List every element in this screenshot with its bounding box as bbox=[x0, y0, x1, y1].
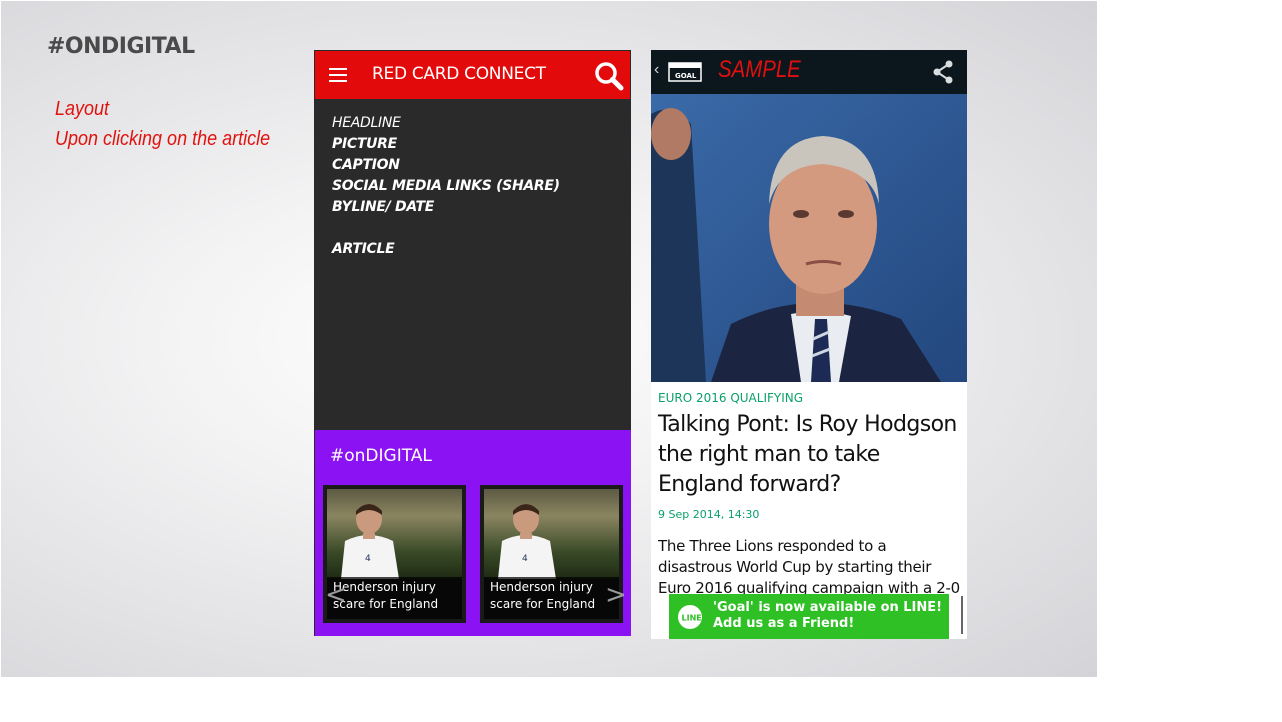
card-thumbnail: 4 bbox=[484, 489, 619, 579]
scrollbar[interactable] bbox=[961, 596, 963, 634]
card-caption-line: scare for England bbox=[490, 597, 596, 611]
article-date: 9 Sep 2014, 14:30 bbox=[658, 508, 760, 521]
presentation-slide: #ONDIGITAL Layout Upon clicking on the a… bbox=[1, 1, 1097, 677]
outline-caption: CAPTION bbox=[332, 157, 400, 173]
article-card[interactable]: 4 Henderson injury scare for England bbox=[480, 485, 623, 623]
app-title: RED CARD CONNECT bbox=[372, 64, 546, 84]
section-title: #onDIGITAL bbox=[330, 446, 432, 466]
app-header: RED CARD CONNECT bbox=[315, 51, 630, 99]
note-line-description: Upon clicking on the article bbox=[55, 128, 271, 150]
sample-label: SAMPLE bbox=[718, 56, 801, 83]
banner-line: Add us as a Friend! bbox=[713, 616, 855, 631]
search-icon[interactable] bbox=[593, 60, 625, 92]
slide-title: #ONDIGITAL bbox=[47, 34, 195, 59]
layout-note: Layout Upon clicking on the article bbox=[55, 94, 270, 154]
banner-line: 'Goal' is now available on LINE! bbox=[713, 600, 943, 615]
carousel-next-arrow[interactable]: > bbox=[605, 580, 627, 610]
outline-headline: HEADLINE bbox=[332, 115, 401, 131]
outline-byline-date: BYLINE/ DATE bbox=[332, 199, 435, 215]
card-caption-line: Henderson injury bbox=[333, 580, 436, 594]
outline-picture: PICTURE bbox=[332, 136, 397, 152]
article-headline: Talking Pont: Is Roy Hodgson the right m… bbox=[658, 412, 957, 497]
svg-text:LINE: LINE bbox=[682, 614, 702, 623]
note-line-layout: Layout bbox=[55, 98, 110, 120]
article-structure-outline: HEADLINE PICTURE CAPTION SOCIAL MEDIA LI… bbox=[332, 113, 560, 260]
card-caption-line: Henderson injury bbox=[490, 580, 593, 594]
outline-social-links: SOCIAL MEDIA LINKS (SHARE) bbox=[332, 178, 560, 194]
app-layout-mockup: RED CARD CONNECT HEADLINE PICTURE CAPTIO… bbox=[314, 50, 631, 636]
back-chevron-icon[interactable]: ‹ bbox=[654, 61, 659, 79]
line-promo-banner[interactable]: LINE 'Goal' is now available on LINE! Ad… bbox=[669, 594, 949, 639]
banner-text: 'Goal' is now available on LINE! Add us … bbox=[713, 600, 942, 632]
article-body: The Three Lions responded to a disastrou… bbox=[658, 537, 960, 594]
ondigital-section: #onDIGITAL 4 Henderson injury scare for … bbox=[315, 430, 631, 636]
card-caption: Henderson injury scare for England bbox=[484, 577, 619, 619]
goal-logo: GOAL bbox=[668, 62, 702, 82]
article-photo bbox=[651, 94, 967, 382]
card-caption: Henderson injury scare for England bbox=[327, 577, 462, 619]
article-top-bar: ‹ GOAL SAMPLE bbox=[651, 50, 967, 94]
card-caption-line: scare for England bbox=[333, 597, 439, 611]
svg-text:4: 4 bbox=[365, 554, 371, 564]
line-logo-icon: LINE bbox=[678, 605, 702, 629]
svg-text:GOAL: GOAL bbox=[675, 72, 697, 80]
outline-article: ARTICLE bbox=[332, 241, 395, 257]
card-thumbnail: 4 bbox=[327, 489, 462, 579]
svg-text:4: 4 bbox=[522, 554, 528, 564]
sample-article-screen: ‹ GOAL SAMPLE EURO 2016 QUALIFYING Talki… bbox=[651, 50, 967, 639]
article-category[interactable]: EURO 2016 QUALIFYING bbox=[658, 391, 803, 405]
share-icon[interactable] bbox=[931, 59, 955, 85]
carousel-prev-arrow[interactable]: < bbox=[325, 580, 347, 610]
hamburger-menu-icon[interactable] bbox=[329, 68, 347, 83]
